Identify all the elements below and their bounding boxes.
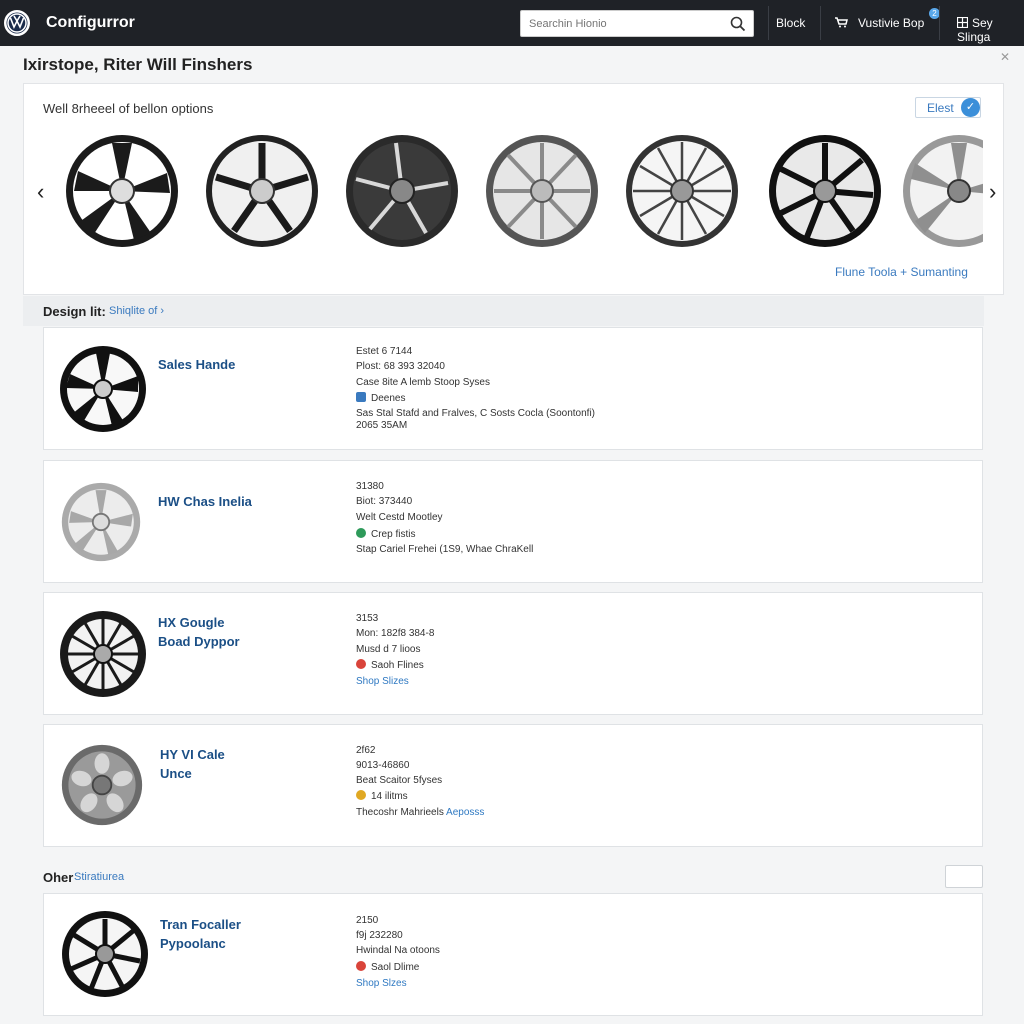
other-section-label: Oher — [43, 870, 74, 885]
select-button[interactable]: Elest ✓ — [915, 97, 981, 118]
spec-line: Stap Cariel Frehei (1S9, Whae ChraKell — [356, 544, 534, 555]
other-section-header: Oher Stiratiurea — [23, 860, 984, 892]
page-title: Ixirstope, Riter Will Finshers — [23, 55, 253, 74]
spec-line: 31380 — [356, 481, 384, 492]
wheel-carousel-panel: Well 8rheeel of bellon options Elest ✓ ‹… — [23, 83, 1004, 295]
spec-text: Thecoshr Mahrieels — [356, 807, 444, 818]
grid-icon — [956, 16, 969, 29]
spec-line: Plost: 68 393 32040 — [356, 361, 445, 372]
spec-line: 2065 35AM — [356, 420, 408, 431]
status-icon — [356, 528, 366, 538]
spec-line: Deenes — [356, 392, 405, 404]
spec-line: 2f62 — [356, 745, 376, 756]
nav-divider — [820, 6, 821, 40]
product-name-line2: Pypoolanc — [160, 936, 226, 951]
product-name-line1: Tran Focaller — [160, 917, 241, 932]
search-box[interactable] — [520, 10, 754, 37]
wheel-image — [61, 482, 141, 562]
spec-status: Saoh Flines — [371, 660, 424, 671]
top-bar: Configurror Block Vustivie Bop 2 Sey Sli… — [0, 0, 1024, 46]
spec-line: f9j 232280 — [356, 930, 403, 941]
spec-line: Sas Stal Stafd and Fralves, C Sosts Cocl… — [356, 408, 595, 419]
wheel-thumb-6[interactable] — [767, 133, 883, 249]
select-button-label: Elest — [927, 101, 954, 115]
product-row[interactable]: Tran Focaller Pypoolanc 2150 f9j 232280 H… — [43, 893, 983, 1016]
product-row[interactable]: Sales Hande Estet 6 7144 Plost: 68 393 3… — [43, 327, 983, 450]
nav-cart-label: Vustivie Bop — [858, 16, 925, 30]
cart-icon — [834, 16, 848, 28]
spec-line: Thecoshr Mahrieels Aeposss — [356, 807, 484, 818]
status-icon — [356, 659, 366, 669]
app-title: Configurror — [46, 14, 135, 31]
spec-line: Beat Scaitor 5fyses — [356, 775, 443, 786]
product-name[interactable]: Sales Hande — [158, 355, 338, 374]
product-name[interactable]: HX Gougle Boad Dyppor — [158, 613, 338, 651]
spec-line: Estet 6 7144 — [356, 346, 413, 357]
design-section-link[interactable]: Shiqlite of › — [109, 305, 164, 317]
wheel-image — [60, 611, 146, 697]
spec-status: Saol Dlime — [371, 962, 420, 973]
spec-line: Biot: 373440 — [356, 496, 413, 507]
spec-line: 2150 — [356, 915, 379, 926]
product-row[interactable]: HW Chas Inelia 31380 Biot: 373440 Welt C… — [43, 460, 983, 583]
product-name-line2: Boad Dyppor — [158, 634, 240, 649]
nav-block-link[interactable]: Block — [776, 16, 805, 30]
carousel-next-arrow-icon[interactable]: › — [989, 179, 996, 205]
product-row[interactable]: HY VI Cale Unce 2f62 9013-46860 Beat Scai… — [43, 724, 983, 847]
spec-status: 14 ilitms — [371, 791, 408, 802]
spec-line: Mon: 182f8 384-8 — [356, 628, 435, 639]
spec-line: Crep fistis — [356, 528, 415, 540]
search-icon[interactable] — [729, 15, 747, 33]
product-name[interactable]: Tran Focaller Pypoolanc — [160, 915, 340, 953]
product-name-line2: Unce — [160, 766, 192, 781]
spec-line: 3153 — [356, 613, 379, 624]
spec-line: Case 8ite A lemb Stoop Syses — [356, 377, 490, 388]
spec-status: Crep fistis — [371, 529, 416, 540]
carousel-prev-arrow-icon[interactable]: ‹ — [37, 179, 44, 205]
wheel-image — [60, 346, 146, 432]
wheel-thumb-1[interactable] — [64, 133, 180, 249]
product-name-line1: HY VI Cale — [160, 747, 225, 762]
other-section-link[interactable]: Stiratiurea — [74, 871, 124, 883]
wheel-thumb-2[interactable] — [204, 133, 320, 249]
nav-cart-link[interactable]: Vustivie Bop — [834, 16, 924, 30]
search-input[interactable] — [521, 11, 721, 36]
other-section-toggle[interactable] — [945, 865, 983, 888]
wheel-image — [62, 911, 148, 997]
spec-line: 9013-46860 — [356, 760, 410, 771]
status-icon — [356, 392, 366, 402]
close-icon[interactable]: ✕ — [1000, 50, 1010, 64]
wheel-image — [61, 744, 143, 826]
spec-line: Hwindal Na otoons — [356, 945, 440, 956]
product-name[interactable]: HY VI Cale Unce — [160, 745, 340, 783]
check-icon: ✓ — [961, 98, 980, 117]
nav-signin-link[interactable]: Sey Slinga — [956, 16, 1024, 44]
wheel-thumb-7[interactable] — [901, 133, 983, 249]
vw-logo-icon[interactable] — [4, 10, 30, 36]
spec-link[interactable]: Aeposss — [446, 807, 484, 818]
nav-divider — [939, 6, 940, 40]
wheel-thumb-4[interactable] — [484, 133, 600, 249]
wheel-thumb-3[interactable] — [344, 133, 460, 249]
design-section-label: Design lit: — [43, 304, 106, 319]
spec-status: Deenes — [371, 393, 406, 404]
spec-line: Welt Cestd Mootley — [356, 512, 443, 523]
design-section-header: Design lit: Shiqlite of › — [23, 296, 984, 326]
status-icon — [356, 961, 366, 971]
spec-line: Musd d 7 lioos — [356, 644, 421, 655]
carousel-title: Well 8rheeel of bellon options — [43, 101, 214, 116]
shop-sizes-link[interactable]: Shop Slzes — [356, 978, 407, 989]
product-row[interactable]: HX Gougle Boad Dyppor 3153 Mon: 182f8 384… — [43, 592, 983, 715]
product-name-line1: HX Gougle — [158, 615, 225, 630]
spec-line: Saoh Flines — [356, 659, 424, 671]
status-icon — [356, 790, 366, 800]
spec-line: Saol Dlime — [356, 961, 419, 973]
spec-line: 14 ilitms — [356, 790, 408, 802]
product-name[interactable]: HW Chas Inelia — [158, 492, 338, 511]
nav-divider — [768, 6, 769, 40]
wheel-thumb-5[interactable] — [624, 133, 740, 249]
shop-sizes-link[interactable]: Shop Slizes — [356, 676, 409, 687]
carousel-tools-link[interactable]: Flune Toola + Sumanting — [835, 265, 968, 279]
